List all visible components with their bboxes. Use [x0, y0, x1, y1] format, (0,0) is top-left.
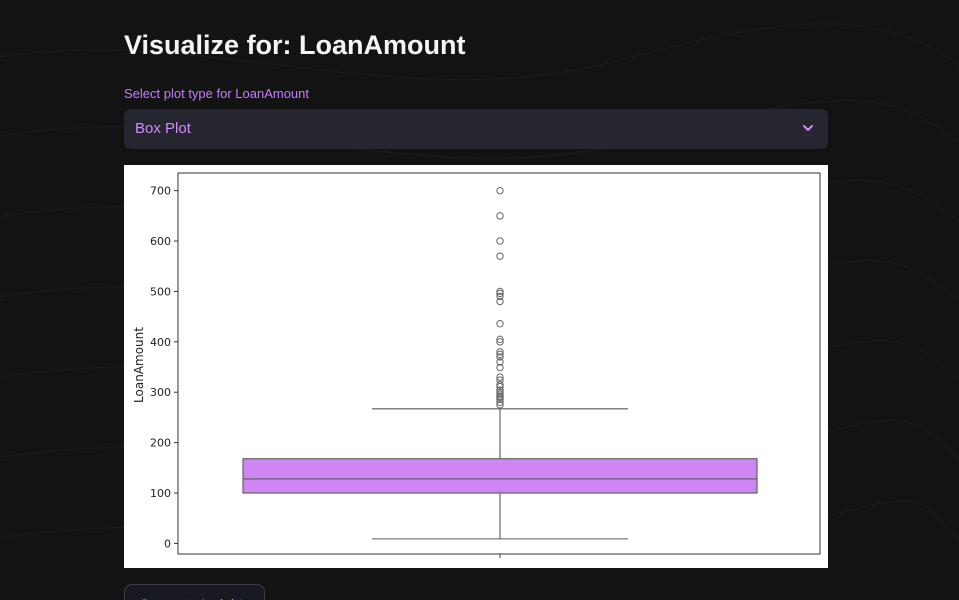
chart-container: LoanAmount 0 100 200 300 400 500 600 700 — [124, 165, 828, 568]
y-tick-label-300: 300 — [150, 386, 171, 399]
outlier-point-0 — [496, 186, 504, 195]
box-plot-chart: LoanAmount 0 100 200 300 400 500 600 700 — [132, 172, 821, 558]
select-label: Select plot type for LoanAmount — [124, 86, 310, 101]
y-tick-label-200: 200 — [150, 437, 171, 450]
y-tick-label-700: 700 — [150, 185, 171, 198]
plot-type-select[interactable]: Box Plot — [124, 109, 828, 149]
y-tick-label-0: 0 — [164, 537, 171, 550]
y-axis-title: LoanAmount — [132, 327, 146, 403]
select-value: Box Plot — [135, 120, 191, 137]
outlier-point-2 — [496, 237, 504, 245]
generate-insights-button[interactable]: Generate Insights — [124, 584, 265, 600]
y-tick-label-600: 600 — [150, 235, 171, 248]
iqr-box — [242, 458, 758, 494]
page-title: Visualize for: LoanAmount — [124, 30, 466, 60]
plot-frame-border — [177, 172, 821, 555]
outlier-point-8 — [496, 319, 504, 328]
y-tick-label-500: 500 — [150, 285, 171, 298]
y-tick-label-100: 100 — [150, 487, 171, 500]
outlier-point-1 — [496, 212, 504, 220]
outlier-point-3 — [496, 252, 504, 260]
y-tick-label-400: 400 — [150, 336, 171, 349]
chevron-down-icon — [803, 125, 813, 131]
